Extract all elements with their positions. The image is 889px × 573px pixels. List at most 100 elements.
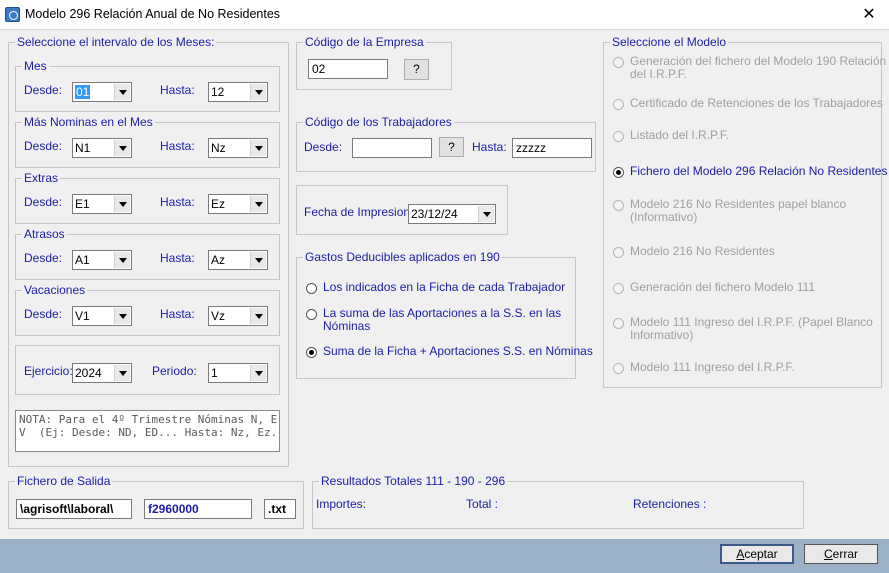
radio-icon[interactable] bbox=[613, 318, 624, 329]
fecha-select[interactable]: 23/12/24 bbox=[408, 204, 496, 224]
radio-icon[interactable] bbox=[306, 283, 317, 294]
extras-hasta-select[interactable]: Ez bbox=[208, 194, 268, 214]
radio-icon[interactable] bbox=[613, 131, 624, 142]
vacaciones-desde-value: V1 bbox=[75, 309, 90, 323]
extras-desde-label: Desde: bbox=[24, 195, 63, 209]
chevron-down-icon[interactable] bbox=[114, 84, 130, 100]
chevron-down-icon[interactable] bbox=[250, 308, 266, 324]
mas-nominas-en-el-mes-desde-select[interactable]: N1 bbox=[72, 138, 132, 158]
modelo-option-5[interactable]: Modelo 216 No Residentes papel blanco (In… bbox=[613, 198, 863, 226]
mas-nominas-en-el-mes-hasta-select[interactable]: Nz bbox=[208, 138, 268, 158]
chevron-down-icon[interactable] bbox=[250, 140, 266, 156]
trabajadores-title: Código de los Trabajadores bbox=[303, 115, 454, 129]
empresa-help-button[interactable]: ? bbox=[404, 59, 429, 80]
gastos-option-1[interactable]: Los indicados en la Ficha de cada Trabaj… bbox=[306, 281, 565, 309]
empresa-code-input[interactable]: 02 bbox=[308, 59, 388, 79]
gastos-option-label: Suma de la Ficha + Aportaciones S.S. en … bbox=[323, 344, 593, 358]
periodo-select[interactable]: 1 bbox=[208, 363, 268, 383]
atrasos-hasta-value: Az bbox=[211, 253, 226, 267]
gastos-option-3[interactable]: Suma de la Ficha + Aportaciones S.S. en … bbox=[306, 345, 593, 373]
modelo-option-4[interactable]: Fichero del Modelo 296 Relación No Resid… bbox=[613, 165, 887, 193]
radio-icon[interactable] bbox=[613, 99, 624, 110]
trabajadores-hasta-label: Hasta: bbox=[472, 140, 507, 154]
salida-path-value: \agrisoft\laboral\ bbox=[20, 502, 114, 516]
vacaciones-desde-label: Desde: bbox=[24, 307, 63, 321]
close-icon[interactable]: ✕ bbox=[852, 1, 886, 29]
modelo-option-label: Modelo 216 No Residentes papel blanco bbox=[630, 197, 847, 211]
radio-icon[interactable] bbox=[613, 200, 624, 211]
modelo-option-3[interactable]: Listado del I.R.P.F. bbox=[613, 129, 863, 157]
chevron-down-icon[interactable] bbox=[250, 196, 266, 212]
atrasos-desde-value: A1 bbox=[75, 253, 90, 267]
gastos-option-2[interactable]: La suma de las Aportaciones a la S.S. en… bbox=[306, 307, 561, 335]
ejercicio-select[interactable]: 2024 bbox=[72, 363, 132, 383]
modelo-title: Seleccione el Modelo bbox=[610, 35, 729, 49]
title-bar: Modelo 296 Relación Anual de No Resident… bbox=[0, 0, 889, 30]
chevron-down-icon[interactable] bbox=[250, 365, 266, 381]
salida-title: Fichero de Salida bbox=[15, 474, 113, 488]
modelo-option-label-line2: (Informativo) bbox=[630, 210, 698, 224]
modelo-option-2[interactable]: Certificado de Retenciones de los Trabaj… bbox=[613, 97, 883, 125]
app-icon bbox=[5, 7, 20, 22]
extras-desde-value: E1 bbox=[75, 197, 90, 211]
chevron-down-icon[interactable] bbox=[478, 206, 494, 222]
ejercicio-label: Ejercicio: bbox=[24, 364, 73, 378]
mes-hasta-select[interactable]: 12 bbox=[208, 82, 268, 102]
trabajadores-hasta-input[interactable]: zzzzz bbox=[512, 138, 592, 158]
footer-bar: Aceptar Cerrar bbox=[0, 539, 889, 573]
mas-nominas-en-el-mes-title: Más Nominas en el Mes bbox=[22, 115, 155, 129]
modelo-option-7[interactable]: Generación del fichero Modelo 111 bbox=[613, 281, 863, 309]
radio-icon[interactable] bbox=[613, 57, 624, 68]
atrasos-title: Atrasos bbox=[22, 227, 67, 241]
modelo-option-8[interactable]: Modelo 111 Ingreso del I.R.P.F. (Papel B… bbox=[613, 316, 873, 344]
chevron-down-icon[interactable] bbox=[114, 365, 130, 381]
periodo-label: Periodo: bbox=[152, 364, 197, 378]
trabajadores-desde-label: Desde: bbox=[304, 140, 343, 154]
radio-icon[interactable] bbox=[613, 363, 624, 374]
modelo-option-label: Listado del I.R.P.F. bbox=[630, 128, 730, 142]
gastos-option-label: Los indicados en la Ficha de cada Trabaj… bbox=[323, 280, 566, 294]
chevron-down-icon[interactable] bbox=[114, 196, 130, 212]
mes-desde-label: Desde: bbox=[24, 83, 63, 97]
chevron-down-icon[interactable] bbox=[250, 252, 266, 268]
mas-nominas-en-el-mes-desde-value: N1 bbox=[75, 141, 91, 155]
vacaciones-hasta-select[interactable]: Vz bbox=[208, 306, 268, 326]
ejercicio-value: 2024 bbox=[75, 366, 102, 380]
chevron-down-icon[interactable] bbox=[114, 252, 130, 268]
cerrar-button[interactable]: Cerrar bbox=[804, 544, 878, 564]
total-label: Total : bbox=[466, 497, 499, 511]
aceptar-button[interactable]: Aceptar bbox=[720, 544, 794, 564]
chevron-down-icon[interactable] bbox=[250, 84, 266, 100]
gastos-option-label: La suma de las Aportaciones a la S.S. en… bbox=[323, 306, 562, 320]
salida-ext-input[interactable]: .txt bbox=[264, 499, 296, 519]
modelo-option-6[interactable]: Modelo 216 No Residentes bbox=[613, 245, 863, 273]
radio-icon[interactable] bbox=[306, 309, 317, 320]
mes-hasta-label: Hasta: bbox=[160, 83, 195, 97]
chevron-down-icon[interactable] bbox=[114, 308, 130, 324]
mas-nominas-en-el-mes-desde-label: Desde: bbox=[24, 139, 63, 153]
salida-path-input[interactable]: \agrisoft\laboral\ bbox=[16, 499, 132, 519]
modelo-option-9[interactable]: Modelo 111 Ingreso del I.R.P.F. bbox=[613, 361, 863, 389]
trabajadores-help-button[interactable]: ? bbox=[439, 137, 464, 157]
salida-filename-input[interactable]: f2960000 bbox=[144, 499, 252, 519]
vacaciones-desde-select[interactable]: V1 bbox=[72, 306, 132, 326]
chevron-down-icon[interactable] bbox=[114, 140, 130, 156]
salida-filename-value: f2960000 bbox=[148, 502, 199, 516]
modelo-option-1[interactable]: Generación del fichero del Modelo 190 Re… bbox=[613, 55, 886, 83]
radio-icon[interactable] bbox=[306, 347, 317, 358]
trabajadores-hasta-value: zzzzz bbox=[516, 141, 546, 155]
atrasos-desde-select[interactable]: A1 bbox=[72, 250, 132, 270]
trabajadores-desde-input[interactable] bbox=[352, 138, 432, 158]
vacaciones-hasta-label: Hasta: bbox=[160, 307, 195, 321]
modelo-option-label: Fichero del Modelo 296 Relación No Resid… bbox=[630, 164, 888, 178]
mes-desde-select[interactable]: 01 bbox=[72, 82, 132, 102]
radio-icon[interactable] bbox=[613, 283, 624, 294]
atrasos-hasta-select[interactable]: Az bbox=[208, 250, 268, 270]
aceptar-label: ceptar bbox=[744, 547, 778, 561]
resultados-group bbox=[312, 481, 804, 529]
radio-icon[interactable] bbox=[613, 247, 624, 258]
radio-icon[interactable] bbox=[613, 167, 624, 178]
extras-hasta-value: Ez bbox=[211, 197, 226, 211]
mes-desde-value: 01 bbox=[75, 85, 91, 99]
extras-desde-select[interactable]: E1 bbox=[72, 194, 132, 214]
